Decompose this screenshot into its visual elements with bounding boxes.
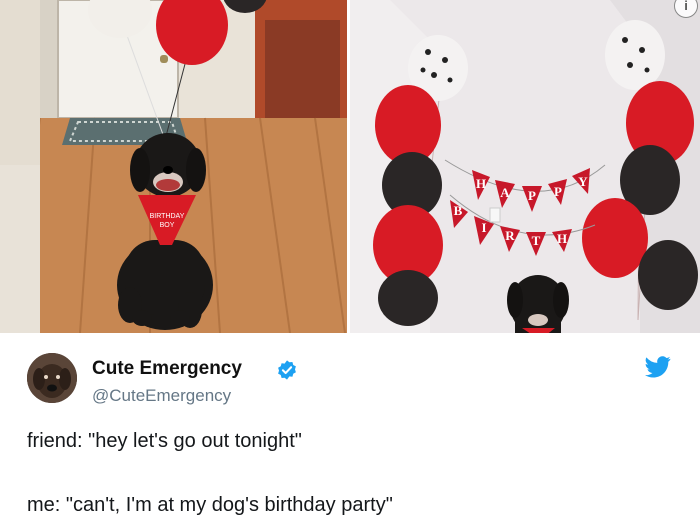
photo-right-illustration: H A P P Y B I R T H (350, 0, 700, 333)
banner-letter-p2: P (554, 184, 562, 199)
banner-letter-p1: P (528, 188, 536, 203)
avatar[interactable] (27, 353, 77, 403)
banner-letter-i: I (481, 220, 486, 235)
banner-letter-y: Y (578, 174, 588, 189)
banner-letter-r: R (505, 228, 515, 243)
banner-letter-h: H (476, 176, 486, 191)
verified-badge-icon (278, 360, 296, 380)
banner-letter-t: T (532, 233, 541, 248)
tweet-header: Cute Emergency @CuteEmergency (27, 353, 677, 408)
display-name[interactable]: Cute Emergency (92, 358, 242, 380)
svg-text:BIRTHDAY: BIRTHDAY (150, 213, 185, 220)
handle[interactable]: @CuteEmergency (92, 386, 231, 406)
photo-collage: BIRTHDAY BOY H A P P Y B I R T H i (0, 0, 700, 333)
tweet-text-line-2: me: "can't, I'm at my dog's birthday par… (27, 494, 393, 516)
twitter-bird-icon[interactable] (645, 356, 671, 378)
avatar-dog-image (27, 353, 77, 403)
photo-left[interactable]: BIRTHDAY BOY (0, 0, 347, 333)
banner-letter-b: B (454, 203, 463, 218)
svg-text:BOY: BOY (160, 222, 175, 229)
photo-left-illustration: BIRTHDAY BOY (0, 0, 347, 333)
banner-letter-h2: H (557, 231, 567, 246)
photo-right[interactable]: H A P P Y B I R T H i (350, 0, 700, 333)
banner-letter-a: A (500, 185, 510, 200)
tweet-text-line-1: friend: "hey let's go out tonight" (27, 430, 302, 452)
